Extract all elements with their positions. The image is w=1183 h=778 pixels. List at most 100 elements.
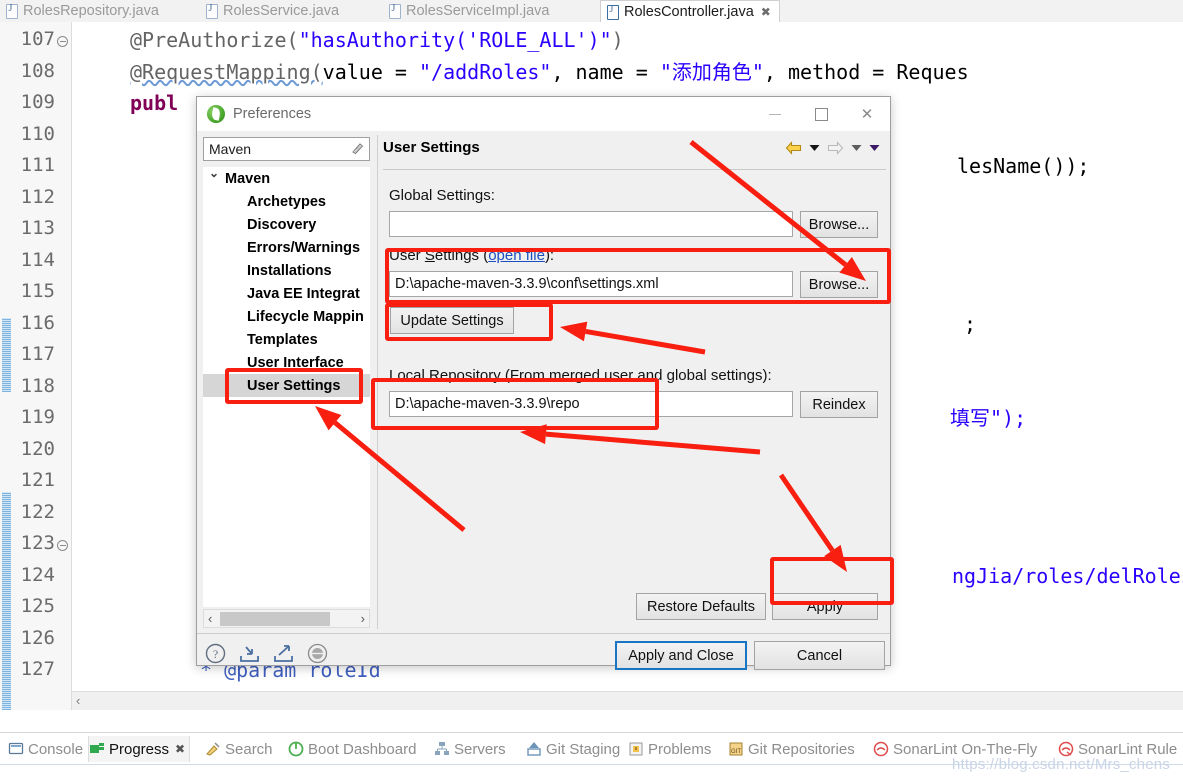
apply-and-close-button[interactable]: Apply and Close	[615, 641, 747, 670]
view-tab-console[interactable]: Console	[8, 736, 83, 762]
tree-item-user-settings[interactable]: User Settings	[203, 374, 370, 397]
view-tab-git-repositories[interactable]: GIT Git Repositories	[728, 736, 855, 762]
fold-toggle-icon[interactable]	[57, 36, 68, 47]
code-line: @RequestMapping(value = "/addRoles", nam…	[130, 60, 969, 84]
open-file-link[interactable]: open file	[488, 247, 545, 264]
code-token: publ	[130, 91, 179, 115]
view-tab-problems[interactable]: Problems	[628, 736, 711, 762]
editor-change-gutter	[0, 22, 15, 710]
tree-item-maven[interactable]: ⌄ Maven	[203, 167, 270, 190]
scroll-left-icon[interactable]: ‹	[76, 693, 80, 708]
line-number-ruler: 107 108 109 110 111 112 113 114 115 116 117 118 119 1…	[14, 22, 72, 710]
code-token: "hasAuthority('ROLE_ALL')"	[298, 28, 612, 52]
help-icon[interactable]: ?	[205, 643, 226, 664]
local-repository-label-text: Local Repository (From merged user and g…	[389, 367, 772, 384]
problems-icon	[629, 742, 643, 756]
forward-arrow-icon[interactable]	[827, 141, 844, 155]
editor-tab-close-icon[interactable]: ✖	[761, 5, 771, 19]
view-tab-label: SonarLint On-The-Fly	[893, 740, 1038, 758]
restore-defaults-button[interactable]: Restore Defaults	[636, 593, 766, 620]
global-browse-button[interactable]: Browse...	[800, 211, 878, 238]
more-dropdown-icon[interactable]	[869, 144, 880, 152]
line-number: 107	[20, 28, 55, 50]
editor-tab-rolesserviceimpl-java[interactable]: RolesServiceImpl.java	[383, 0, 557, 22]
chevron-down-icon[interactable]: ⌄	[209, 167, 220, 179]
view-tab-label: Search	[225, 740, 273, 758]
code-line: 填写");	[950, 406, 1026, 430]
code-token: @PreAuthorize(	[130, 28, 299, 52]
maximize-button[interactable]	[798, 97, 844, 131]
tree-item-user-interface[interactable]: User Interface	[203, 351, 344, 374]
import-icon[interactable]	[239, 643, 260, 664]
java-file-icon	[607, 4, 619, 20]
user-browse-button[interactable]: Browse...	[800, 271, 878, 298]
view-tab-servers[interactable]: Servers	[434, 736, 506, 762]
clear-filter-icon[interactable]	[351, 142, 364, 155]
local-repository-input[interactable]: D:\apache-maven-3.3.9\repo	[389, 391, 793, 417]
back-arrow-icon[interactable]	[785, 141, 802, 155]
editor-tab-label: RolesServiceImpl.java	[406, 3, 550, 19]
window-buttons: ✕	[752, 97, 890, 131]
preference-tree[interactable]: ⌄ Maven Archetypes Discovery Errors/Warnings…	[203, 167, 370, 607]
tree-item-java-ee-integrat[interactable]: Java EE Integrat	[203, 282, 360, 305]
user-settings-input[interactable]: D:\apache-maven-3.3.9\conf\settings.xml	[389, 271, 793, 297]
preferences-dialog[interactable]: Preferences ✕ Maven ⌄ Maven Archetypes Disc…	[196, 96, 891, 670]
forward-dropdown-icon[interactable]	[851, 144, 862, 152]
change-marker	[2, 318, 11, 392]
global-settings-input[interactable]	[389, 211, 793, 237]
view-tab-git-staging[interactable]: Git Staging	[526, 736, 620, 762]
editor-tab-label: RolesRepository.java	[23, 3, 159, 19]
git-repositories-icon: GIT	[729, 742, 743, 756]
view-tab-progress[interactable]: Progress ✖	[88, 736, 191, 762]
cancel-label: Cancel	[796, 647, 843, 664]
java-file-icon	[6, 3, 18, 19]
editor-tab-bar: RolesRepository.java RolesService.java Rol…	[0, 0, 1183, 23]
tree-scroll-thumb[interactable]	[220, 612, 330, 626]
code-line: ngJia/roles/delRoles	[952, 563, 1183, 588]
minimize-button[interactable]	[752, 97, 798, 131]
line-number: 120	[20, 437, 55, 460]
editor-tab-rolesrepository-java[interactable]: RolesRepository.java	[0, 0, 167, 22]
user-browse-label: Browse...	[808, 276, 870, 293]
tree-item-label: Java EE Integrat	[247, 285, 360, 302]
view-tab-boot-dashboard[interactable]: Boot Dashboard	[288, 736, 416, 762]
close-button[interactable]: ✕	[844, 97, 890, 131]
fold-toggle-icon[interactable]	[57, 540, 68, 551]
line-number: 127	[20, 658, 55, 680]
line-number: 123	[20, 532, 55, 554]
page-title-divider	[383, 169, 886, 170]
preference-filter-input[interactable]: Maven	[203, 137, 370, 161]
tree-item-lifecycle-mappin[interactable]: Lifecycle Mappin	[203, 305, 364, 328]
tree-item-installations[interactable]: Installations	[203, 259, 332, 282]
editor-tab-rolesservice-java[interactable]: RolesService.java	[200, 0, 347, 22]
local-repository-value: D:\apache-maven-3.3.9\repo	[395, 396, 580, 412]
svg-text:?: ?	[213, 647, 218, 661]
line-number: 116	[20, 311, 55, 334]
code-token: ;	[964, 311, 977, 336]
update-settings-button[interactable]: Update Settings	[390, 307, 514, 334]
apply-label: Apply	[806, 598, 844, 615]
export-icon[interactable]	[273, 643, 294, 664]
editor-tab-rolescontroller-java[interactable]: RolesController.java ✖	[600, 0, 780, 23]
tree-item-discovery[interactable]: Discovery	[203, 213, 316, 236]
tree-scroll-left-icon[interactable]: ‹	[204, 611, 216, 626]
code-token: 填写");	[950, 406, 1027, 430]
view-tab-label: Problems	[648, 740, 712, 758]
code-line: ;	[964, 312, 976, 336]
tree-item-templates[interactable]: Templates	[203, 328, 318, 351]
cancel-button[interactable]: Cancel	[754, 641, 885, 670]
line-number: 114	[20, 248, 55, 271]
back-dropdown-icon[interactable]	[809, 144, 820, 152]
view-tab-close-icon[interactable]: ✖	[175, 742, 185, 756]
user-settings-page: User Settings Global Settings: Browse...…	[383, 135, 886, 629]
tree-scroll-right-icon[interactable]: ›	[357, 611, 369, 626]
tree-item-errors-warnings[interactable]: Errors/Warnings	[203, 236, 360, 259]
reindex-button[interactable]: Reindex	[800, 391, 878, 418]
global-settings-label-text: Global Settings:	[389, 187, 495, 204]
tree-horizontal-scrollbar[interactable]: ‹ ›	[203, 609, 370, 628]
apply-button[interactable]: Apply	[772, 593, 878, 620]
view-tab-search[interactable]: Search	[205, 736, 273, 762]
editor-horizontal-scrollbar[interactable]: ‹	[72, 691, 1183, 710]
oomph-icon[interactable]	[307, 643, 328, 664]
tree-item-archetypes[interactable]: Archetypes	[203, 190, 326, 213]
